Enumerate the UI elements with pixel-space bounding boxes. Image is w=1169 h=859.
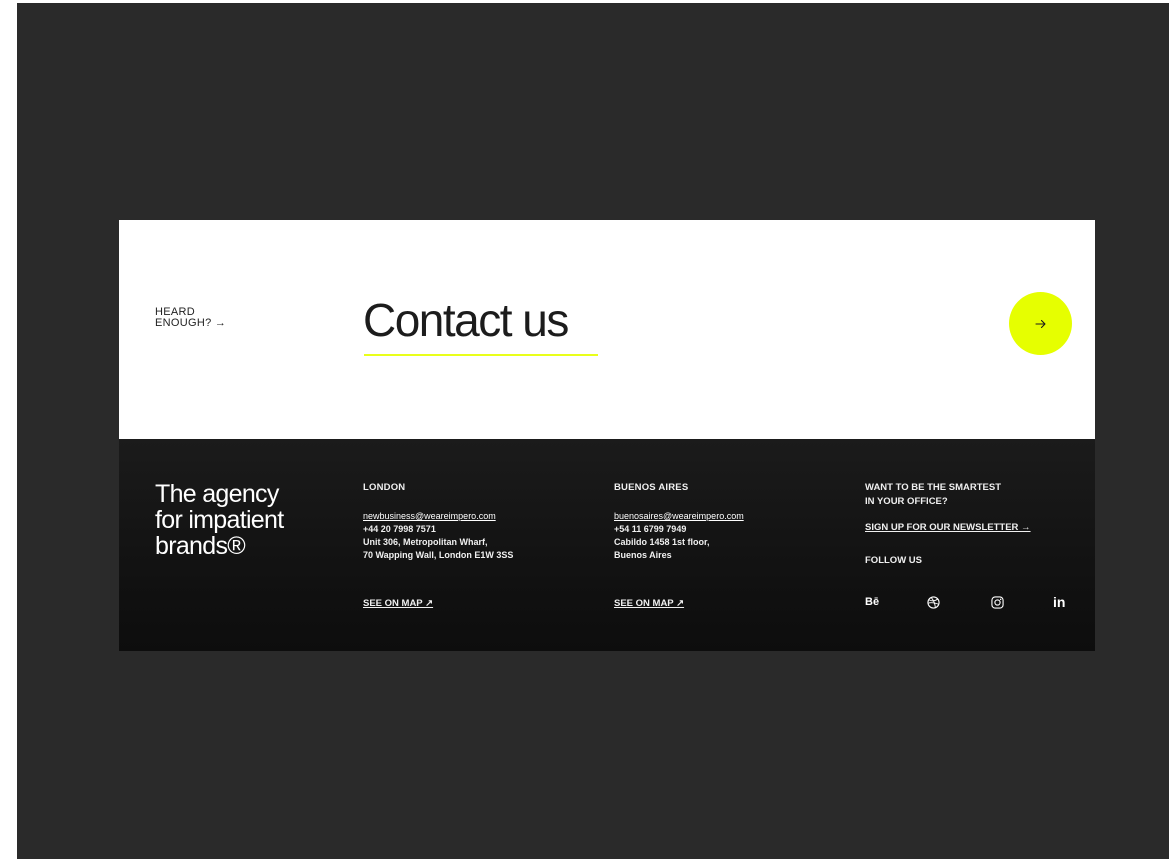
contact-title-underline: [364, 354, 598, 356]
buenos-aires-see-on-map-link[interactable]: SEE ON MAP ↗: [614, 597, 684, 610]
footer-card: HEARD ENOUGH? → Contact us The agency fo…: [119, 220, 1095, 651]
behance-icon[interactable]: Bē: [865, 594, 879, 610]
tagline-line-1: The agency: [155, 480, 279, 508]
arrow-right-icon: [1034, 319, 1046, 328]
london-address-line-1: Unit 306, Metropolitan Wharf,: [363, 537, 488, 547]
buenos-aires-address-line-1: Cabildo 1458 1st floor,: [614, 537, 710, 547]
dribbble-icon[interactable]: [927, 594, 940, 610]
london-phone: +44 20 7998 7571: [363, 524, 436, 534]
follow-us-label: FOLLOW US: [865, 555, 922, 566]
london-see-on-map-link[interactable]: SEE ON MAP ↗: [363, 597, 433, 610]
newsletter-section: WANT TO BE THE SMARTEST IN YOUR OFFICE? …: [865, 481, 1075, 568]
contact-arrow-button[interactable]: [1009, 292, 1072, 355]
london-office: LONDON newbusiness@weareimpero.com +44 2…: [363, 481, 583, 609]
buenos-aires-office: BUENOS AIRES buenosaires@weareimpero.com…: [614, 481, 834, 609]
tagline-line-2: for impatient: [155, 506, 284, 534]
london-heading: LONDON: [363, 482, 406, 493]
newsletter-question: WANT TO BE THE SMARTEST IN YOUR OFFICE?: [865, 481, 1075, 509]
contact-us-link[interactable]: Contact us: [363, 294, 569, 346]
screenshot-frame: HEARD ENOUGH? → Contact us The agency fo…: [17, 3, 1169, 859]
agency-tagline: The agency for impatient brands®: [155, 481, 335, 559]
tagline-line-3: brands®: [155, 532, 246, 560]
linkedin-icon[interactable]: in: [1053, 594, 1065, 610]
site-footer: The agency for impatient brands® LONDON …: [119, 439, 1095, 651]
london-email-link[interactable]: newbusiness@weareimpero.com: [363, 510, 583, 523]
buenos-aires-address-line-2: Buenos Aires: [614, 550, 672, 560]
newsletter-question-line-2: IN YOUR OFFICE?: [865, 496, 948, 507]
instagram-glyph: [991, 595, 1004, 609]
instagram-icon[interactable]: [991, 594, 1004, 610]
dribbble-glyph: [927, 595, 940, 609]
newsletter-signup-link[interactable]: SIGN UP FOR OUR NEWSLETTER →: [865, 521, 1075, 535]
contact-band: HEARD ENOUGH? → Contact us: [119, 220, 1095, 439]
buenos-aires-phone: +54 11 6799 7949: [614, 524, 687, 534]
buenos-aires-heading: BUENOS AIRES: [614, 482, 689, 493]
heard-enough-line-2: ENOUGH? →: [155, 317, 227, 329]
social-links: Bē in: [865, 594, 1075, 612]
london-address-line-2: 70 Wapping Wall, London E1W 3SS: [363, 550, 514, 560]
heard-enough-label: HEARD ENOUGH? →: [155, 307, 275, 329]
newsletter-question-line-1: WANT TO BE THE SMARTEST: [865, 482, 1001, 493]
buenos-aires-email-link[interactable]: buenosaires@weareimpero.com: [614, 510, 834, 523]
